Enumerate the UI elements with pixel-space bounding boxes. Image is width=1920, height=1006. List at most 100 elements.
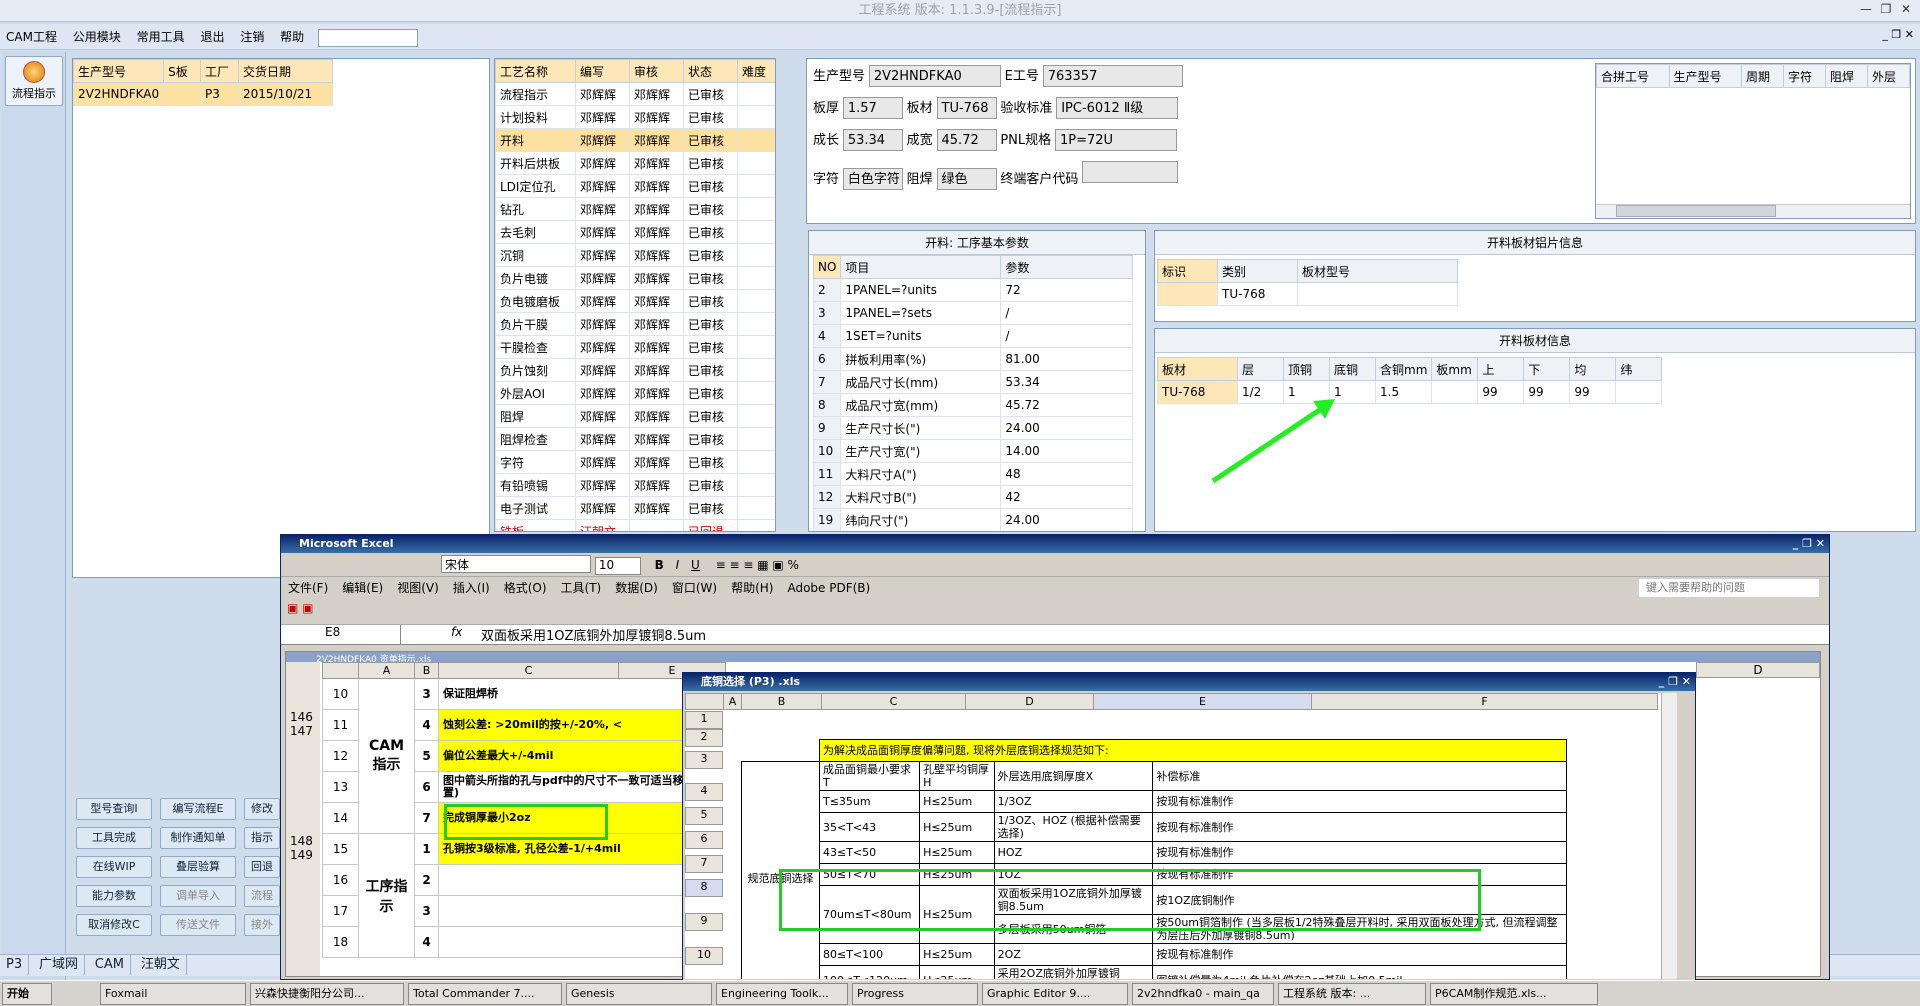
table-row[interactable]: 铣板 汪朝文 已回退 bbox=[495, 519, 775, 531]
table-row[interactable]: 开料 邓辉辉 邓辉辉 已审核 bbox=[495, 128, 775, 152]
table-row[interactable]: 7 成品尺寸长(mm) 53.34 bbox=[812, 370, 1133, 394]
mdi-close-icon[interactable]: ✕ bbox=[1905, 28, 1914, 41]
excel-menu-tools[interactable]: 工具(T) bbox=[554, 577, 609, 599]
action-button[interactable]: 工具完成 bbox=[76, 827, 152, 849]
formula-input[interactable]: 双面板采用1OZ底铜外加厚镀铜8.5um bbox=[481, 625, 706, 644]
tab-wan[interactable]: 广域网 bbox=[33, 955, 85, 975]
sheet-row[interactable]: 规范底铜选择 成品面铜最小要求T 孔壁平均铜厚H 外层选用底铜厚度X 补偿标准 bbox=[741, 761, 1567, 979]
table-row[interactable]: 2V2HNDFKA0 P3 2015/10/21 bbox=[72, 82, 333, 106]
close-icon[interactable]: ✕ bbox=[1896, 2, 1916, 16]
excel-window-controls[interactable]: _ ❐ ✕ bbox=[1793, 535, 1829, 553]
table-row[interactable]: 去毛刺 邓辉辉 邓辉辉 已审核 bbox=[495, 220, 775, 244]
table-row[interactable]: 9 生产尺寸长(") 24.00 bbox=[812, 416, 1133, 440]
mdi-restore-icon[interactable]: ❐ bbox=[1891, 28, 1901, 41]
tab-p3[interactable]: P3 bbox=[0, 955, 30, 975]
taskbar-item[interactable]: Genesis bbox=[566, 983, 712, 1005]
sheet-row[interactable]: 35<T<43 H≤25um 1/3OZ、HOZ (根据补偿需要选择) 按现有标准制作 bbox=[742, 812, 1567, 842]
table-row[interactable]: LDI定位孔 邓辉辉 邓辉辉 已审核 bbox=[495, 174, 775, 198]
legend-field[interactable]: 白色字符 bbox=[842, 168, 903, 190]
name-box[interactable]: E8 bbox=[281, 625, 401, 644]
excel-menu-pdf[interactable]: Adobe PDF(B) bbox=[780, 577, 877, 599]
solder-mask-field[interactable]: 绿色 bbox=[936, 168, 997, 190]
sheet-row[interactable]: 为解决成品面铜厚度偏薄问题, 现将外层底铜选择规范如下: bbox=[741, 739, 1567, 762]
table-row[interactable]: 电子测试 邓辉辉 邓辉辉 已审核 bbox=[495, 496, 775, 520]
sheet-row[interactable]: 10 CAM指示 3 保证阻焊桥 bbox=[322, 678, 726, 834]
pnl-field[interactable]: 1P=72U bbox=[1054, 129, 1177, 151]
table-row[interactable]: 负片蚀刻 邓辉辉 邓辉辉 已审核 bbox=[495, 358, 775, 382]
table-row[interactable]: 负片电镀 邓辉辉 邓辉辉 已审核 bbox=[495, 266, 775, 290]
excel-menu-file[interactable]: 文件(F) bbox=[281, 577, 335, 599]
table-row[interactable]: 阻焊检查 邓辉辉 邓辉辉 已审核 bbox=[495, 427, 775, 451]
excel-menu-insert[interactable]: 插入(I) bbox=[446, 577, 497, 599]
action-button[interactable]: 调单导入 bbox=[160, 885, 236, 907]
col-merge-no[interactable]: 合拼工号 bbox=[1596, 64, 1670, 88]
menu-common-module[interactable]: 公用模块 bbox=[67, 24, 127, 50]
child-scrollbar[interactable] bbox=[1661, 693, 1677, 979]
col-s-board[interactable]: S板 bbox=[163, 59, 201, 83]
font-name-select[interactable]: 宋体 bbox=[441, 555, 591, 573]
table-row[interactable]: 计划投料 邓辉辉 邓辉辉 已审核 bbox=[495, 105, 775, 129]
action-button[interactable]: 传送文件 bbox=[160, 914, 236, 936]
col-board-type[interactable]: 板材型号 bbox=[1297, 259, 1458, 283]
col-merge-outer[interactable]: 外层 bbox=[1866, 64, 1911, 88]
taskbar-item[interactable]: 2v2hndfka0 - main_qa bbox=[1132, 983, 1274, 1005]
table-row[interactable]: 12 大料尺寸B(") 42 bbox=[812, 485, 1133, 509]
menu-dropdown[interactable] bbox=[318, 28, 418, 47]
action-button[interactable]: 流程 bbox=[244, 885, 280, 907]
row-header[interactable]: 4 bbox=[685, 783, 723, 801]
italic-icon[interactable]: I bbox=[676, 558, 680, 572]
action-button[interactable]: 接外 bbox=[244, 914, 280, 936]
table-row[interactable]: 钻孔 邓辉辉 邓辉辉 已审核 bbox=[495, 197, 775, 221]
taskbar-item[interactable]: Total Commander 7.... bbox=[408, 983, 562, 1005]
table-row[interactable]: TU-768 bbox=[1157, 282, 1458, 306]
col-status[interactable]: 状态 bbox=[683, 59, 738, 83]
pdf-icon[interactable]: ▣ ▣ bbox=[287, 601, 314, 615]
align-icons[interactable]: ≡ ≡ ≡ ▦ ▣ % bbox=[716, 558, 799, 572]
standard-field[interactable]: IPC-6012 Ⅱ级 bbox=[1056, 97, 1179, 119]
col-factory[interactable]: 工厂 bbox=[199, 59, 240, 83]
row-header[interactable]: 3 bbox=[685, 751, 723, 769]
sheet-row[interactable]: 43≤T<50 H≤25um HOZ 按现有标准制作 bbox=[742, 841, 1567, 864]
tab-cam[interactable]: CAM bbox=[89, 955, 131, 975]
action-button[interactable]: 修改 bbox=[244, 798, 280, 820]
sheet-row[interactable]: T≤35um H≤25um 1/3OZ 按现有标准制作 bbox=[742, 790, 1567, 813]
start-button[interactable]: 开始 bbox=[2, 983, 52, 1005]
maximize-icon[interactable]: ❐ bbox=[1876, 2, 1896, 16]
excel-menu-view[interactable]: 视图(V) bbox=[390, 577, 446, 599]
action-button[interactable]: 回退 bbox=[244, 856, 280, 878]
menu-help[interactable]: 帮助 bbox=[274, 24, 310, 50]
menu-exit[interactable]: 退出 bbox=[194, 24, 230, 50]
col-mark[interactable]: 标识 bbox=[1157, 259, 1218, 283]
excel-menu-data[interactable]: 数据(D) bbox=[608, 577, 665, 599]
table-row[interactable]: 负电镀磨板 邓辉辉 邓辉辉 已审核 bbox=[495, 289, 775, 313]
font-size-select[interactable]: 10 bbox=[594, 557, 641, 575]
col-category[interactable]: 类别 bbox=[1217, 259, 1298, 283]
col-reviewer[interactable]: 审核 bbox=[629, 59, 684, 83]
action-button[interactable]: 能力参数 bbox=[76, 885, 152, 907]
sheet-row[interactable]: 100≤T<120umH≤25um采用2OZ底铜外加厚镀铜8.5um图镀补偿量为… bbox=[742, 965, 1567, 979]
table-row[interactable]: 外层AOI 邓辉辉 邓辉辉 已审核 bbox=[495, 381, 775, 405]
table-row[interactable]: 11 大料尺寸A(") 48 bbox=[812, 462, 1133, 486]
tab-user[interactable]: 汪朝文 bbox=[135, 955, 187, 975]
taskbar-item[interactable]: Foxmail bbox=[100, 983, 246, 1005]
row-header[interactable]: 8 bbox=[685, 879, 723, 897]
col-item[interactable]: 项目 bbox=[840, 255, 1002, 279]
table-row[interactable]: 4 1SET=?units / bbox=[812, 324, 1133, 348]
action-button[interactable]: 型号查询I bbox=[76, 798, 152, 820]
mdi-minimize-icon[interactable]: _ bbox=[1882, 28, 1888, 41]
row-header[interactable]: 1 bbox=[685, 711, 723, 729]
width-field[interactable]: 45.72 bbox=[936, 129, 997, 151]
table-row[interactable]: 3 1PANEL=?sets / bbox=[812, 301, 1133, 325]
material-field[interactable]: TU-768 bbox=[936, 97, 997, 119]
action-button[interactable]: 指示 bbox=[244, 827, 280, 849]
underline-icon[interactable]: U bbox=[691, 558, 700, 572]
model-field[interactable]: 2V2HNDFKA0 bbox=[868, 65, 1001, 87]
col-merge-model[interactable]: 生产型号 bbox=[1668, 64, 1743, 88]
menu-tools[interactable]: 常用工具 bbox=[131, 24, 191, 50]
child-window-controls[interactable]: _ ❐ ✕ bbox=[1659, 673, 1695, 691]
taskbar-item[interactable]: Engineering Toolk... bbox=[716, 983, 848, 1005]
table-row[interactable]: 有铅喷锡 邓辉辉 邓辉辉 已审核 bbox=[495, 473, 775, 497]
taskbar-item[interactable]: 兴森快捷衡阳分公司... bbox=[250, 983, 404, 1005]
col-delivery[interactable]: 交货日期 bbox=[238, 59, 333, 83]
taskbar-item[interactable]: P6CAM制作规范.xls... bbox=[1430, 983, 1598, 1005]
